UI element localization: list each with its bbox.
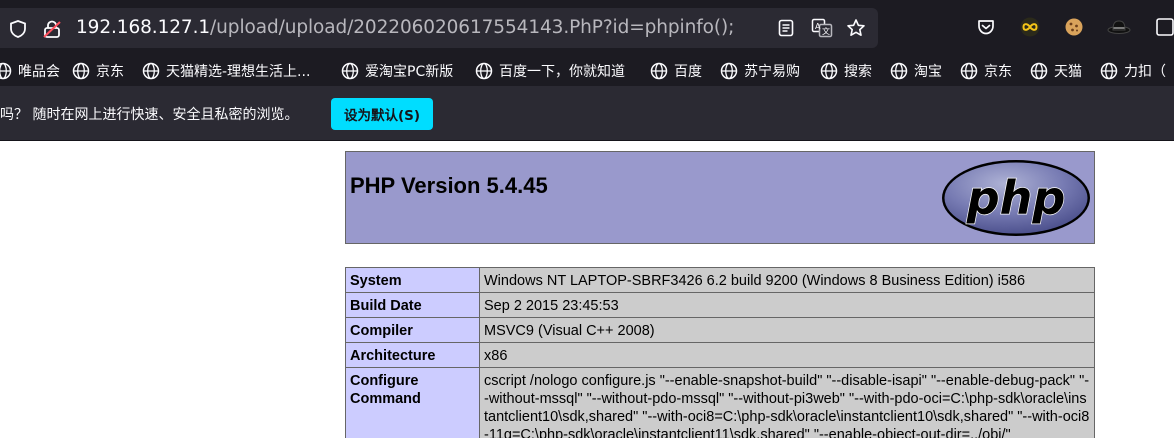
bookmark-item[interactable]: 淘宝 [890, 60, 942, 82]
bookmark-label: 百度一下，你就知道 [499, 64, 625, 80]
bookmark-item[interactable]: 力扣（ [1100, 60, 1166, 82]
bookmark-label: 唯品会 [18, 64, 60, 80]
bookmark-label: 天猫 [1054, 64, 1082, 80]
row-key: Configure Command [345, 367, 480, 438]
extensions-overflow-icon[interactable] [1156, 17, 1174, 37]
row-key: Compiler [345, 317, 480, 343]
insecure-lock-icon[interactable] [42, 19, 62, 39]
translate-icon[interactable]: A 文 [811, 18, 833, 38]
row-value: cscript /nologo configure.js "--enable-s… [479, 367, 1095, 438]
bookmark-item[interactable]: 天猫 [1030, 60, 1082, 82]
bookmark-item[interactable]: 京东 [960, 60, 1012, 82]
bookmark-item[interactable]: 百度 [650, 60, 702, 82]
table-row: Configure Command cscript /nologo config… [345, 367, 1095, 438]
globe-icon [820, 62, 838, 80]
row-key: System [345, 267, 480, 293]
row-value: Sep 2 2015 23:45:53 [479, 292, 1095, 318]
php-logo: php [942, 160, 1090, 236]
bookmark-item[interactable]: 爱淘宝PC新版 [341, 60, 453, 82]
extension-infinity-icon[interactable] [1019, 17, 1041, 37]
reader-view-icon[interactable] [776, 18, 796, 38]
extension-cookie-icon[interactable] [1064, 17, 1084, 37]
phpinfo-table: System Windows NT LAPTOP-SBRF3426 6.2 bu… [345, 267, 1095, 438]
bookmark-label: 百度 [674, 64, 702, 80]
notification-text: 吗？ 随时在网上进行快速、安全且私密的浏览。 [0, 107, 299, 123]
table-row: System Windows NT LAPTOP-SBRF3426 6.2 bu… [345, 267, 1095, 293]
bookmark-label: 爱淘宝PC新版 [365, 64, 454, 80]
bookmark-label: 天猫精选-理想生活上... [166, 64, 311, 80]
default-browser-notification: 吗？ 随时在网上进行快速、安全且私密的浏览。 设为默认(S) [0, 86, 1174, 141]
bookmark-star-icon[interactable] [846, 18, 866, 38]
browser-toolbar: 192.168.127.1/upload/upload/202206020617… [0, 0, 1174, 56]
globe-icon [960, 62, 978, 80]
set-default-button[interactable]: 设为默认(S) [331, 98, 433, 130]
url-path: /upload/upload/202206020617554143.PhP?id… [210, 17, 735, 38]
globe-icon [475, 62, 493, 80]
url-host: 192.168.127.1 [76, 17, 211, 38]
bookmark-item[interactable]: 搜索 [820, 60, 872, 82]
bookmarks-toolbar: 唯品会 京东 天猫精选-理想生活上... 爱淘宝PC新版 百度一下，你就知道 百… [0, 56, 1174, 86]
bookmark-item[interactable]: 京东 [72, 60, 124, 82]
row-key: Build Date [345, 292, 480, 318]
address-bar[interactable]: 192.168.127.1/upload/upload/202206020617… [0, 8, 878, 48]
bookmark-label: 搜索 [844, 64, 872, 80]
globe-icon [1100, 62, 1118, 80]
tracking-protection-shield-icon[interactable] [8, 19, 28, 39]
php-version-header: PHP Version 5.4.45 php [345, 151, 1095, 244]
globe-icon [1030, 62, 1048, 80]
bookmark-label: 淘宝 [914, 64, 942, 80]
svg-text:文: 文 [822, 26, 830, 36]
table-row: Architecture x86 [345, 342, 1095, 368]
globe-icon [720, 62, 738, 80]
bookmark-item[interactable]: 天猫精选-理想生活上... [142, 60, 310, 82]
bookmark-item[interactable]: 百度一下，你就知道 [475, 60, 625, 82]
bookmark-label: 苏宁易购 [744, 64, 800, 80]
row-value: Windows NT LAPTOP-SBRF3426 6.2 build 920… [479, 267, 1095, 293]
bookmark-label: 京东 [984, 64, 1012, 80]
globe-icon [890, 62, 908, 80]
row-value: MSVC9 (Visual C++ 2008) [479, 317, 1095, 343]
svg-text:A: A [815, 22, 821, 31]
bookmark-label: 力扣（ [1124, 64, 1166, 80]
bookmark-item[interactable]: 苏宁易购 [720, 60, 800, 82]
globe-icon [341, 62, 359, 80]
bookmark-item[interactable]: 唯品会 [0, 60, 60, 82]
globe-icon [0, 62, 12, 80]
table-row: Build Date Sep 2 2015 23:45:53 [345, 292, 1095, 318]
globe-icon [650, 62, 668, 80]
url-text[interactable]: 192.168.127.1/upload/upload/202206020617… [76, 17, 734, 38]
row-value: x86 [479, 342, 1095, 368]
extension-hat-icon[interactable] [1107, 17, 1131, 37]
globe-icon [72, 62, 90, 80]
php-version-title: PHP Version 5.4.45 [350, 173, 548, 198]
row-key: Architecture [345, 342, 480, 368]
php-logo-text: php [966, 171, 1066, 225]
page-content: PHP Version 5.4.45 php System Windows NT… [0, 141, 1174, 438]
bookmark-label: 京东 [96, 64, 124, 80]
pocket-icon[interactable] [976, 17, 996, 37]
globe-icon [142, 62, 160, 80]
table-row: Compiler MSVC9 (Visual C++ 2008) [345, 317, 1095, 343]
